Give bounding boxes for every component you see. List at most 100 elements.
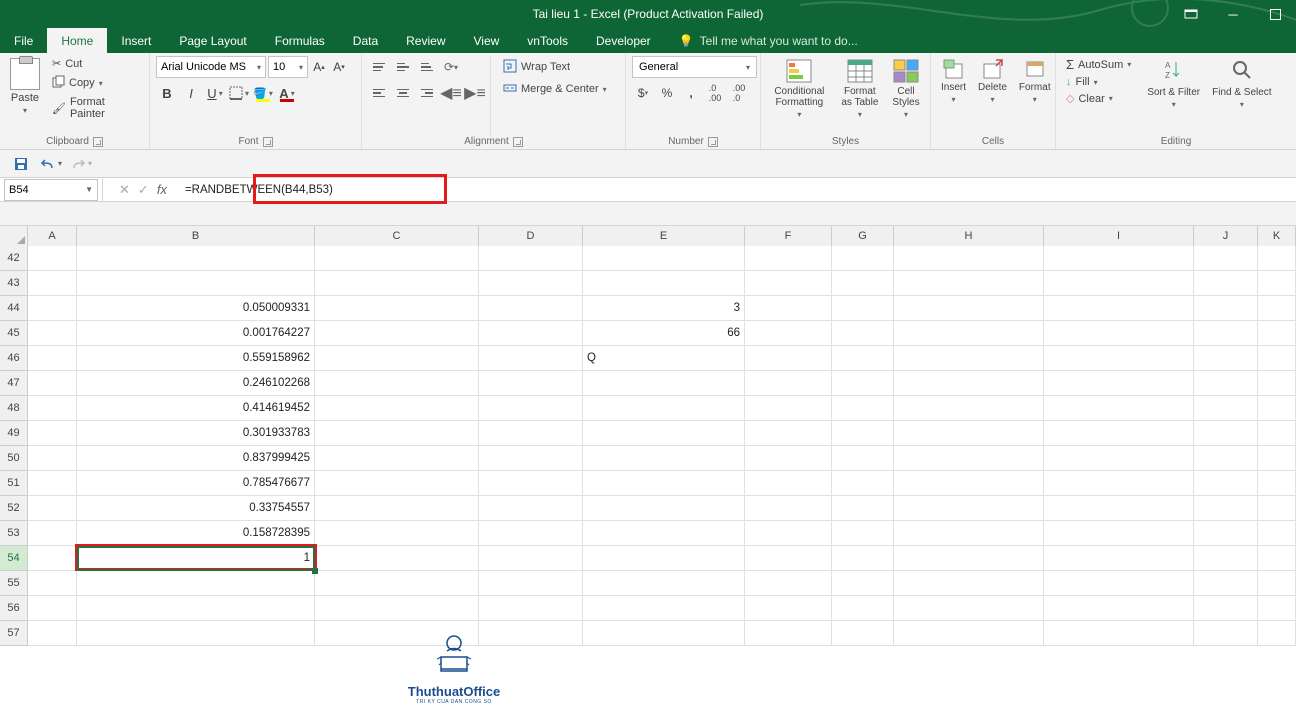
cell-styles-button[interactable]: Cell Styles▾: [888, 56, 924, 121]
cell[interactable]: [745, 521, 832, 546]
cell[interactable]: [583, 571, 745, 596]
cell[interactable]: [745, 346, 832, 371]
cell[interactable]: [832, 546, 894, 571]
sort-filter-button[interactable]: AZ Sort & Filter▾: [1141, 56, 1206, 111]
cell[interactable]: [1044, 371, 1194, 396]
enter-formula-button[interactable]: ✓: [138, 182, 149, 198]
redo-button[interactable]: ▾: [70, 153, 92, 175]
align-right-button[interactable]: [416, 82, 438, 104]
cell[interactable]: [28, 321, 77, 346]
font-name-select[interactable]: Arial Unicode MS▾: [156, 56, 266, 78]
cell[interactable]: [745, 296, 832, 321]
cell[interactable]: [479, 471, 583, 496]
cell[interactable]: [28, 446, 77, 471]
cell[interactable]: [745, 371, 832, 396]
cell[interactable]: [77, 621, 315, 646]
column-header[interactable]: H: [894, 226, 1044, 246]
cell[interactable]: [583, 521, 745, 546]
cell[interactable]: [1044, 571, 1194, 596]
shrink-font-button[interactable]: A▾: [330, 56, 348, 78]
column-header[interactable]: J: [1194, 226, 1258, 246]
ribbon-display-icon[interactable]: [1170, 0, 1212, 28]
cell[interactable]: [894, 471, 1044, 496]
cell[interactable]: [479, 396, 583, 421]
cell[interactable]: [894, 621, 1044, 646]
cell[interactable]: [1044, 296, 1194, 321]
cell[interactable]: [745, 321, 832, 346]
insert-button[interactable]: Insert▾: [937, 56, 970, 106]
cell[interactable]: [315, 271, 479, 296]
cell[interactable]: [583, 371, 745, 396]
cell[interactable]: [1044, 596, 1194, 621]
cell[interactable]: [315, 496, 479, 521]
cell[interactable]: [479, 346, 583, 371]
menu-data[interactable]: Data: [339, 28, 392, 53]
column-header[interactable]: D: [479, 226, 583, 246]
row-header[interactable]: 44: [0, 296, 28, 321]
cell[interactable]: [894, 346, 1044, 371]
cell[interactable]: [28, 346, 77, 371]
menu-view[interactable]: View: [460, 28, 514, 53]
cell[interactable]: [1194, 471, 1258, 496]
cell[interactable]: [745, 421, 832, 446]
row-header[interactable]: 42: [0, 246, 28, 271]
spreadsheet-grid[interactable]: A B C D E F G H I J K 42 43 44 45 46 47 …: [0, 226, 1296, 646]
cell[interactable]: [1194, 371, 1258, 396]
cell[interactable]: [894, 596, 1044, 621]
borders-button[interactable]: ▾: [228, 82, 250, 104]
menu-home[interactable]: Home: [47, 28, 107, 53]
cell[interactable]: [479, 521, 583, 546]
cell[interactable]: [583, 621, 745, 646]
cell[interactable]: [1258, 521, 1296, 546]
cell[interactable]: [1194, 296, 1258, 321]
row-header[interactable]: 50: [0, 446, 28, 471]
cell[interactable]: [1194, 321, 1258, 346]
cell[interactable]: [479, 271, 583, 296]
cell[interactable]: [745, 546, 832, 571]
align-left-button[interactable]: [368, 82, 390, 104]
cell[interactable]: [745, 396, 832, 421]
cell[interactable]: [894, 246, 1044, 271]
cell[interactable]: [894, 271, 1044, 296]
cell[interactable]: [1044, 421, 1194, 446]
cell[interactable]: [583, 496, 745, 521]
cell[interactable]: [1044, 546, 1194, 571]
cell[interactable]: [894, 546, 1044, 571]
cell[interactable]: [1044, 396, 1194, 421]
cell[interactable]: 0.559158962: [77, 346, 315, 371]
cell[interactable]: [315, 246, 479, 271]
cell[interactable]: 0.837999425: [77, 446, 315, 471]
cell[interactable]: [479, 371, 583, 396]
cell[interactable]: [1258, 571, 1296, 596]
cell[interactable]: 0.33754557: [77, 496, 315, 521]
row-header[interactable]: 55: [0, 571, 28, 596]
cell[interactable]: [745, 271, 832, 296]
row-header[interactable]: 51: [0, 471, 28, 496]
save-button[interactable]: [10, 153, 32, 175]
cell[interactable]: [832, 571, 894, 596]
cell[interactable]: [315, 546, 479, 571]
cell[interactable]: [745, 246, 832, 271]
cell[interactable]: [1258, 296, 1296, 321]
cell[interactable]: [315, 371, 479, 396]
align-middle-button[interactable]: [392, 56, 414, 78]
align-center-button[interactable]: [392, 82, 414, 104]
italic-button[interactable]: I: [180, 82, 202, 104]
cell[interactable]: [315, 321, 479, 346]
fill-handle[interactable]: [312, 568, 318, 574]
cell[interactable]: [28, 546, 77, 571]
cell[interactable]: [745, 496, 832, 521]
cell[interactable]: [1044, 246, 1194, 271]
cell[interactable]: [1044, 321, 1194, 346]
paste-button[interactable]: Paste ▾: [6, 56, 44, 136]
cell[interactable]: [28, 471, 77, 496]
cell[interactable]: [315, 521, 479, 546]
cell[interactable]: [1258, 496, 1296, 521]
cell[interactable]: [583, 546, 745, 571]
cell[interactable]: [479, 296, 583, 321]
cell[interactable]: 0.301933783: [77, 421, 315, 446]
cell[interactable]: [315, 396, 479, 421]
cell[interactable]: [1194, 571, 1258, 596]
menu-formulas[interactable]: Formulas: [261, 28, 339, 53]
cell[interactable]: Q: [583, 346, 745, 371]
